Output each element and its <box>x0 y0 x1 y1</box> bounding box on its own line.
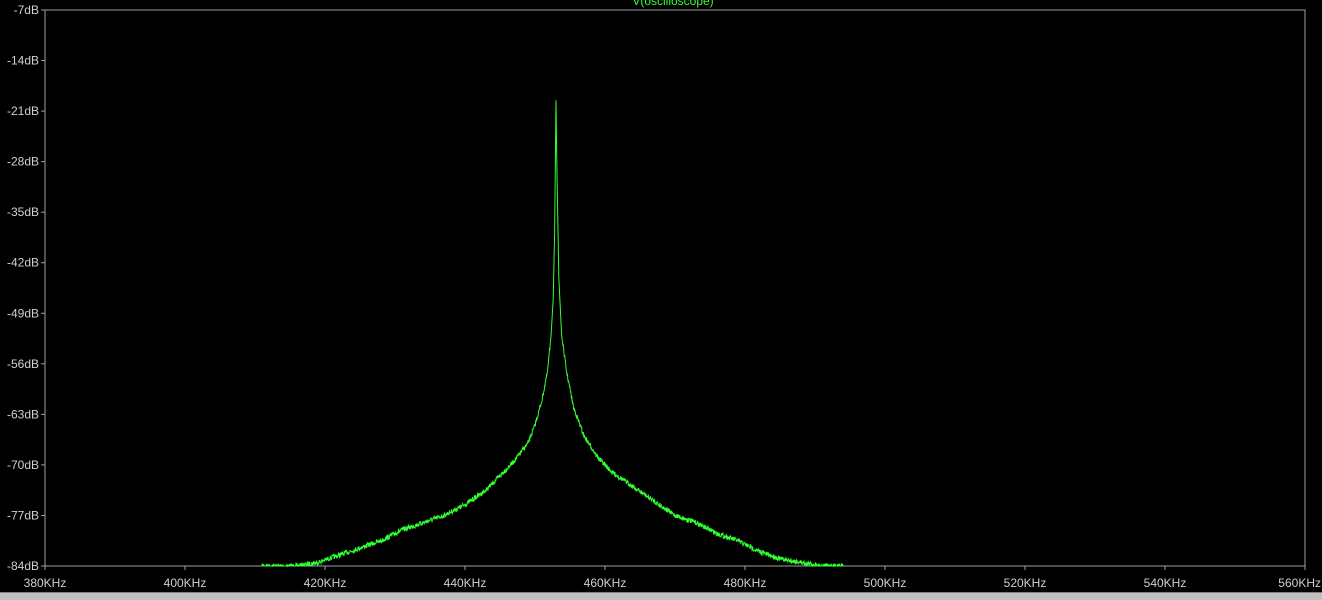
x-axis: 380KHz 400KHz 420KHz 440KHz 460KHz 480KHz 500K… <box>24 566 1321 590</box>
trace-title[interactable]: V(oscilloscope) <box>632 0 713 8</box>
y-tick-label: -21dB <box>7 104 39 118</box>
y-axis: -7dB -14dB -21dB -28dB -35dB -42dB -49dB -56dB -… <box>7 3 45 573</box>
y-tick-label: -56dB <box>7 357 39 371</box>
x-tick-label: 460KHz <box>584 576 627 590</box>
x-tick-label: 540KHz <box>1144 576 1187 590</box>
x-tick-label: 520KHz <box>1004 576 1047 590</box>
x-tick-label: 420KHz <box>304 576 347 590</box>
plot-frame <box>44 9 1306 567</box>
y-tick-label: -63dB <box>7 407 39 421</box>
x-tick-label: 480KHz <box>724 576 767 590</box>
y-tick-label: -35dB <box>7 205 39 219</box>
x-tick-label: 560KHz <box>1278 576 1321 590</box>
y-tick-label: -70dB <box>7 458 39 472</box>
x-tick-label: 500KHz <box>864 576 907 590</box>
y-tick-label: -28dB <box>7 155 39 169</box>
y-tick-label: -7dB <box>14 3 39 17</box>
series-layer <box>261 100 844 568</box>
y-tick-label: -14dB <box>7 54 39 68</box>
series-line-0 <box>261 100 844 568</box>
x-tick-label: 400KHz <box>164 576 207 590</box>
spectrum-plot: V(oscilloscope) -7dB -14dB -21dB -28dB -35dB… <box>7 0 1321 590</box>
x-tick-label: 440KHz <box>444 576 487 590</box>
y-tick-label: -42dB <box>7 256 39 270</box>
y-tick-label: -84dB <box>7 559 39 573</box>
x-tick-label: 380KHz <box>24 576 67 590</box>
y-tick-label: -77dB <box>7 508 39 522</box>
y-tick-label: -49dB <box>7 306 39 320</box>
